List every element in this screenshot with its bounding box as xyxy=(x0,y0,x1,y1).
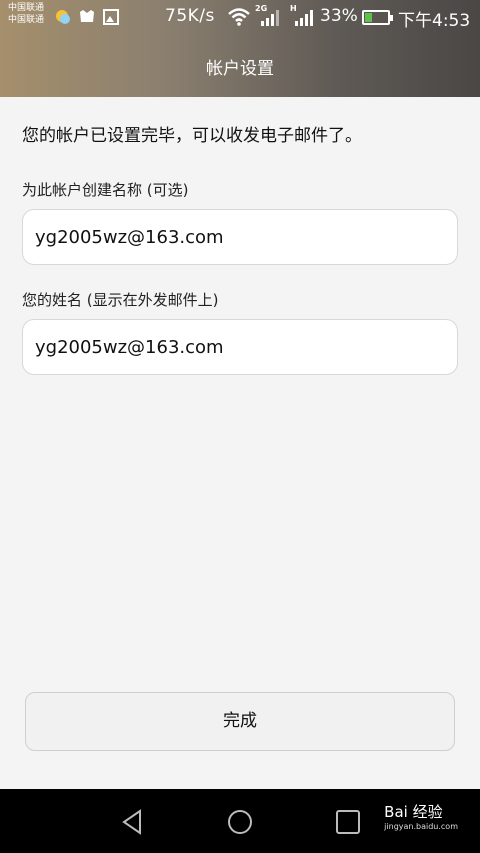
done-button[interactable]: 完成 xyxy=(25,692,455,751)
carrier-labels: 中国联通 中国联通 xyxy=(8,2,44,26)
watermark-url: jingyan.baidu.com xyxy=(384,822,458,831)
baidu-jingyan-watermark: Bai 经验 jingyan.baidu.com xyxy=(384,801,458,831)
image-icon xyxy=(103,9,119,25)
signal-icon xyxy=(261,10,279,26)
app-notification-icon xyxy=(80,10,94,22)
recents-icon[interactable] xyxy=(333,807,363,837)
account-name-input[interactable] xyxy=(22,209,458,265)
top-bar: 中国联通 中国联通 75K/s 2G H 33% 下午4:53 帐户设置 xyxy=(0,0,480,97)
battery-icon xyxy=(362,10,393,25)
signal-icon-2 xyxy=(295,10,313,26)
wifi-icon xyxy=(228,8,250,26)
back-icon[interactable] xyxy=(118,807,148,837)
network-speed: 75K/s xyxy=(165,6,215,26)
battery-percent: 33% xyxy=(320,6,358,26)
page-title: 帐户设置 xyxy=(206,59,274,79)
status-bar: 中国联通 中国联通 75K/s 2G H 33% 下午4:53 xyxy=(0,0,480,36)
carrier-2: 中国联通 xyxy=(8,15,45,25)
account-settings-content: 您的帐户已设置完毕，可以收发电子邮件了。 为此帐户创建名称 (可选) 您的姓名 … xyxy=(0,97,480,789)
carrier-1: 中国联通 xyxy=(8,3,45,13)
watermark-brand: Bai 经验 xyxy=(384,803,443,821)
clock: 下午4:53 xyxy=(398,11,471,31)
home-icon[interactable] xyxy=(225,807,255,837)
navigation-bar: Bai 经验 jingyan.baidu.com xyxy=(0,789,480,853)
setup-complete-message: 您的帐户已设置完毕，可以收发电子邮件了。 xyxy=(22,126,362,146)
weather-icon xyxy=(56,10,70,24)
your-name-input[interactable] xyxy=(22,319,458,375)
your-name-label: 您的姓名 (显示在外发邮件上) xyxy=(22,291,219,309)
account-name-label: 为此帐户创建名称 (可选) xyxy=(22,181,189,199)
